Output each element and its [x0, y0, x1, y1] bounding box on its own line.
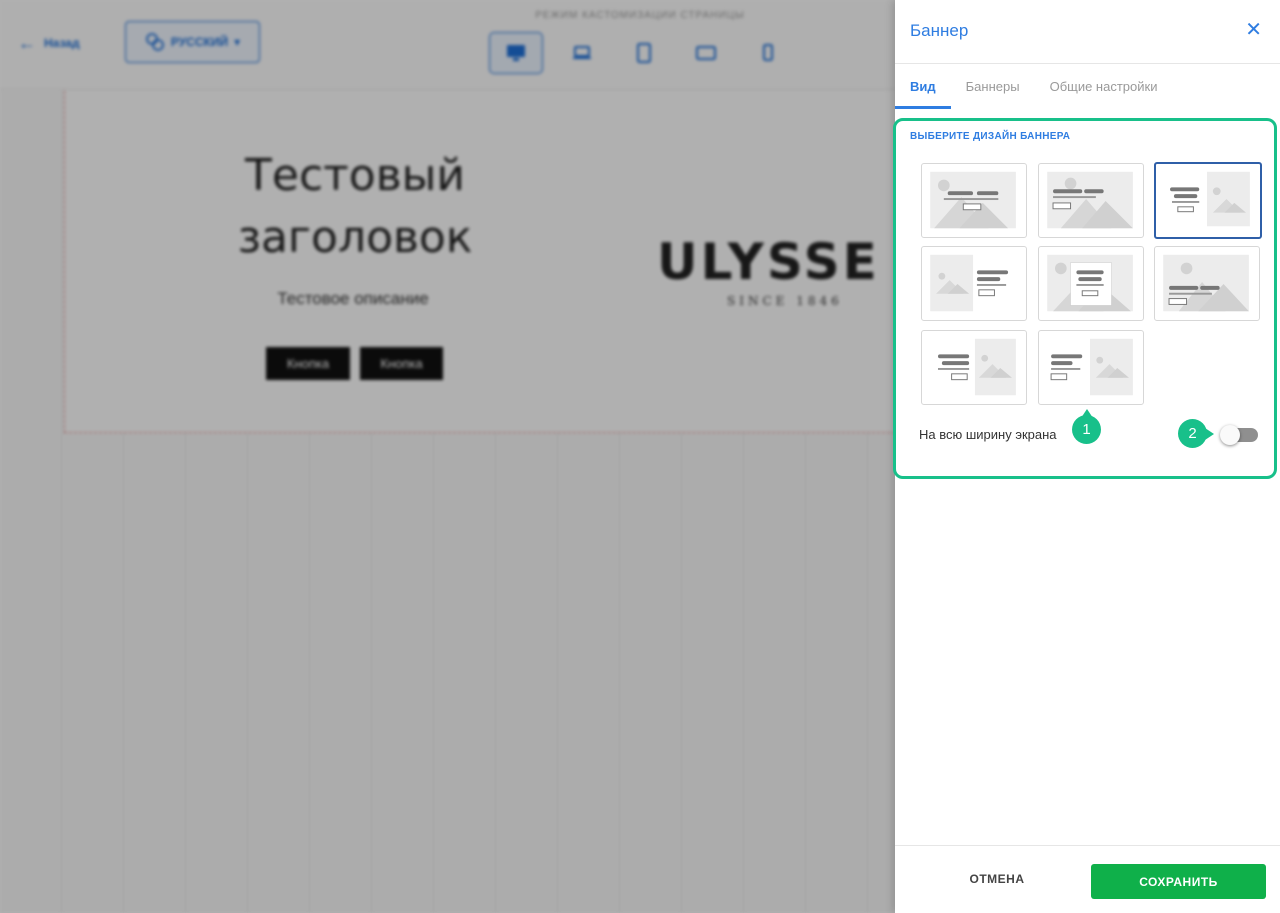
banner-layout-text-left-image-right-boxed-icon [1050, 338, 1133, 396]
panel-header: Баннер ✕ [895, 0, 1280, 64]
banner-layout-image-full-text-bottom-icon [1163, 254, 1249, 312]
banner-layout-text-left-image-right-icon [1170, 171, 1250, 227]
banner-layout-image-full-icon [930, 171, 1016, 229]
design-option-4[interactable] [921, 246, 1027, 321]
design-option-7[interactable] [921, 330, 1027, 405]
banner-layout-image-full-card-icon [1047, 254, 1133, 312]
design-section-label: ВЫБЕРИТЕ ДИЗАЙН БАННЕРА [910, 131, 1071, 142]
design-option-6[interactable] [1154, 246, 1260, 321]
modal-overlay[interactable] [0, 0, 895, 913]
cancel-button[interactable]: ОТМЕНА [937, 861, 1057, 897]
banner-settings-panel: Баннер ✕ Вид Баннеры Общие настройки ВЫБ… [893, 0, 1280, 913]
annotation-marker-1: 1 [1072, 409, 1101, 444]
design-option-2[interactable] [1038, 163, 1144, 238]
banner-design-section: ВЫБЕРИТЕ ДИЗАЙН БАННЕРА На всю ширину эк… [893, 118, 1277, 479]
design-option-5[interactable] [1038, 246, 1144, 321]
design-option-1[interactable] [921, 163, 1027, 238]
panel-tabs: Вид Баннеры Общие настройки [895, 64, 1280, 109]
design-option-8[interactable] [1038, 330, 1144, 405]
panel-footer: ОТМЕНА СОХРАНИТЬ [895, 845, 1280, 913]
toggle-knob [1220, 425, 1240, 445]
panel-title: Баннер [910, 21, 969, 40]
banner-layout-image-full-text-left-icon [1047, 171, 1133, 229]
design-option-3[interactable] [1154, 162, 1262, 239]
close-icon[interactable]: ✕ [1245, 20, 1262, 40]
tab-general-settings[interactable]: Общие настройки [1035, 64, 1173, 109]
fullwidth-toggle[interactable] [1220, 425, 1258, 445]
banner-layout-text-left-image-right-wide-icon [937, 338, 1016, 396]
banner-layout-image-left-text-right-icon [930, 254, 1009, 312]
save-button[interactable]: СОХРАНИТЬ [1091, 864, 1266, 899]
tab-view[interactable]: Вид [895, 64, 951, 109]
tab-banners[interactable]: Баннеры [951, 64, 1035, 109]
annotation-marker-2: 2 [1178, 419, 1214, 448]
fullwidth-label: На всю ширину экрана [919, 427, 1057, 442]
page-editor: ← Назад РУССКИЙ ▾ РЕЖИМ КАСТОМИЗАЦИИ СТР… [0, 0, 895, 913]
